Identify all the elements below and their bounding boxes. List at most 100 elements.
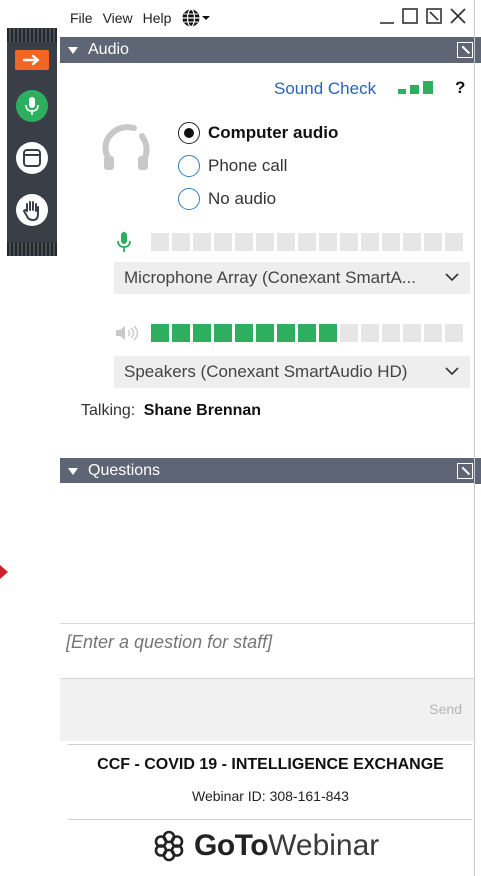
meter-segment	[361, 324, 379, 342]
radio-label: Computer audio	[208, 123, 339, 142]
meter-segment	[172, 324, 190, 342]
meter-segment	[214, 324, 232, 342]
meter-segment	[340, 324, 358, 342]
meter-segment	[277, 324, 295, 342]
meter-segment	[277, 233, 295, 251]
meter-segment	[382, 324, 400, 342]
meter-segment	[319, 324, 337, 342]
audio-section-title: Audio	[88, 41, 129, 58]
talking-indicator: Talking: Shane Brennan	[81, 402, 261, 420]
meter-segment	[214, 233, 232, 251]
pointer-arrow-icon	[0, 565, 8, 579]
menu-view[interactable]: View	[103, 10, 133, 26]
meter-segment	[319, 233, 337, 251]
headset-icon	[102, 124, 150, 170]
audio-popout-icon[interactable]	[457, 42, 473, 58]
talking-name: Shane Brennan	[143, 402, 262, 419]
arrow-right-icon	[23, 54, 40, 66]
meter-segment	[445, 324, 463, 342]
menu-bar: File View Help	[60, 0, 481, 36]
microphone-toggle-button[interactable]	[16, 90, 48, 122]
gotowebinar-logo: Go To Webinar	[152, 826, 379, 866]
main-panel: File View Help Audio Sound Check ? Compu…	[60, 0, 481, 876]
strip-grip-bottom	[7, 242, 57, 256]
microphone-select[interactable]: Microphone Array (Conexant SmartA...	[114, 262, 470, 294]
meter-segment	[193, 233, 211, 251]
mic-level-meter	[151, 233, 463, 251]
close-icon[interactable]	[449, 6, 467, 26]
brand-go: Go	[194, 829, 235, 862]
meter-segment	[403, 233, 421, 251]
meter-segment	[403, 324, 421, 342]
hand-icon	[22, 201, 39, 221]
meter-segment	[151, 324, 169, 342]
chevron-down-icon	[445, 273, 459, 282]
restore-icon[interactable]	[401, 6, 419, 26]
meter-segment	[256, 324, 274, 342]
strip-grip-top	[7, 28, 57, 42]
window-controls	[379, 6, 467, 26]
radio-label: Phone call	[208, 156, 288, 175]
radio-unselected[interactable]	[178, 155, 200, 177]
audio-section-header[interactable]: Audio	[60, 37, 481, 63]
radio-selected[interactable]	[178, 122, 200, 144]
radio-computer-audio[interactable]: Computer audio	[178, 122, 338, 144]
gotowebinar-flower-icon	[154, 830, 184, 862]
speaker-device-label: Speakers (Conexant SmartAudio HD)	[124, 362, 408, 381]
brand-to: To	[234, 829, 269, 862]
control-panel-strip	[7, 28, 57, 256]
question-input-area[interactable]	[60, 623, 474, 679]
radio-unselected[interactable]	[178, 188, 200, 210]
meter-segment	[424, 324, 442, 342]
collapse-triangle-icon	[68, 467, 78, 475]
screen-view-button[interactable]	[16, 142, 48, 174]
questions-section-header[interactable]: Questions	[60, 458, 481, 484]
radio-phone-call[interactable]: Phone call	[178, 155, 287, 177]
send-area: Send	[60, 679, 474, 741]
meter-segment	[361, 233, 379, 251]
language-menu[interactable]	[181, 8, 211, 28]
menu-file[interactable]: File	[70, 10, 93, 26]
meter-segment	[298, 324, 316, 342]
microphone-device-label: Microphone Array (Conexant SmartA...	[124, 268, 416, 287]
menu-help[interactable]: Help	[143, 10, 172, 26]
radio-no-audio[interactable]: No audio	[178, 188, 276, 210]
mic-level-icon	[117, 232, 131, 252]
popout-icon[interactable]	[425, 6, 443, 26]
meter-segment	[235, 233, 253, 251]
microphone-icon	[25, 97, 39, 115]
meter-segment	[340, 233, 358, 251]
question-input[interactable]	[66, 632, 466, 653]
questions-popout-icon[interactable]	[457, 463, 473, 479]
raise-hand-button[interactable]	[16, 194, 48, 226]
radio-label: No audio	[208, 189, 277, 208]
globe-icon	[182, 8, 200, 28]
chevron-down-icon	[445, 367, 459, 376]
signal-bars-icon	[398, 81, 433, 94]
minimize-icon[interactable]	[379, 6, 395, 26]
app-root: File View Help Audio Sound Check ? Compu…	[0, 0, 481, 876]
footer-divider	[68, 744, 472, 745]
meter-segment	[424, 233, 442, 251]
speaker-level-meter	[151, 324, 463, 342]
meter-segment	[193, 324, 211, 342]
window-icon	[23, 149, 41, 167]
brand-webinar: Webinar	[268, 829, 380, 862]
meter-segment	[445, 233, 463, 251]
speaker-select[interactable]: Speakers (Conexant SmartAudio HD)	[114, 356, 470, 388]
panel-border	[474, 0, 475, 876]
webinar-title: CCF - COVID 19 - INTELLIGENCE EXCHANGE	[97, 756, 444, 773]
caret-down-icon	[202, 16, 211, 20]
collapse-panel-button[interactable]	[15, 50, 49, 70]
sound-check-link[interactable]: Sound Check	[274, 79, 376, 99]
collapse-triangle-icon	[68, 46, 78, 54]
send-button[interactable]: Send	[429, 701, 462, 717]
audio-help-button[interactable]: ?	[455, 78, 465, 98]
meter-segment	[235, 324, 253, 342]
meter-segment	[298, 233, 316, 251]
meter-segment	[256, 233, 274, 251]
meter-segment	[382, 233, 400, 251]
meter-segment	[151, 233, 169, 251]
talking-label: Talking:	[81, 402, 136, 419]
questions-log	[60, 483, 474, 623]
